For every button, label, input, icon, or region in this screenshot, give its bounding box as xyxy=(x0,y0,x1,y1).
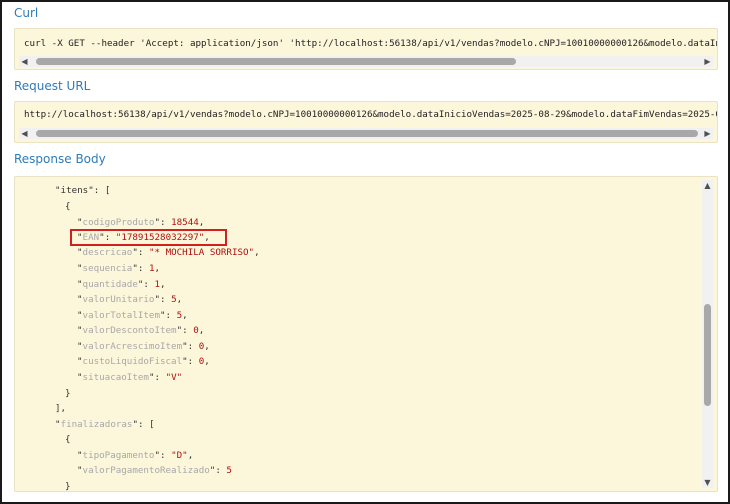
json-line-codigoProduto: "codigoProduto": 18544, xyxy=(77,217,205,228)
request-url-text: http://localhost:56138/api/v1/vendas?mod… xyxy=(24,109,718,120)
json-line-valorTotalItem: "valorTotalItem": 5, xyxy=(77,310,188,321)
scroll-thumb[interactable] xyxy=(704,304,711,406)
scroll-right-icon[interactable]: ▶ xyxy=(702,56,713,67)
scroll-left-icon[interactable]: ◀ xyxy=(19,128,30,139)
json-line-bracket-close: ], xyxy=(55,403,67,414)
json-line-finalizadoras: "finalizadoras": [ xyxy=(55,419,155,430)
request-url-label: Request URL xyxy=(14,79,91,93)
json-line-valorPagamentoRealizado: "valorPagamentoRealizado": 5 xyxy=(77,465,232,476)
json-line-descricao: "descricao": "* MOCHILA SORRISO", xyxy=(77,247,260,258)
curl-code-box: curl -X GET --header 'Accept: applicatio… xyxy=(14,28,718,70)
scroll-thumb[interactable] xyxy=(36,130,698,137)
ean-highlight-box xyxy=(70,229,227,246)
json-line-custoLiquidoFiscal: "custoLiquidoFiscal": 0, xyxy=(77,356,210,367)
scroll-left-icon[interactable]: ◀ xyxy=(19,56,30,67)
scroll-down-icon[interactable]: ▼ xyxy=(702,477,713,488)
json-line-valorDescontoItem: "valorDescontoItem": 0, xyxy=(77,325,205,336)
json-line-quantidade: "quantidade": 1, xyxy=(77,279,166,290)
json-line-brace-close: } xyxy=(65,388,71,399)
scroll-up-icon[interactable]: ▲ xyxy=(702,180,713,191)
json-line-brace-close: } xyxy=(65,481,71,492)
curl-label: Curl xyxy=(14,6,39,20)
request-url-horizontal-scrollbar[interactable]: ◀ ▶ xyxy=(19,128,713,139)
json-line-tipoPagamento: "tipoPagamento": "D", xyxy=(77,450,194,461)
json-line-partial: , , xyxy=(85,177,113,181)
json-line-itens: "itens": [ xyxy=(55,185,111,196)
curl-command: curl -X GET --header 'Accept: applicatio… xyxy=(24,38,718,49)
scroll-right-icon[interactable]: ▶ xyxy=(702,128,713,139)
json-viewer: , , "itens": [ { "codigoProduto": 18544,… xyxy=(15,177,699,491)
json-line-brace: { xyxy=(65,201,71,212)
response-body-vertical-scrollbar[interactable]: ▲ ▼ xyxy=(702,180,713,488)
curl-horizontal-scrollbar[interactable]: ◀ ▶ xyxy=(19,56,713,67)
response-body-label: Response Body xyxy=(14,152,106,166)
request-url-code-box: http://localhost:56138/api/v1/vendas?mod… xyxy=(14,101,718,143)
json-line-situacaoItem: "situacaoItem": "V" xyxy=(77,372,183,383)
json-line-brace: { xyxy=(65,434,71,445)
json-line-sequencia: "sequencia": 1, xyxy=(77,263,161,274)
json-line-valorAcrescimoItem: "valorAcrescimoItem": 0, xyxy=(77,341,210,352)
json-line-valorUnitario: "valorUnitario": 5, xyxy=(77,294,183,305)
response-body-code-box: , , "itens": [ { "codigoProduto": 18544,… xyxy=(14,176,718,492)
scroll-thumb[interactable] xyxy=(36,58,516,65)
